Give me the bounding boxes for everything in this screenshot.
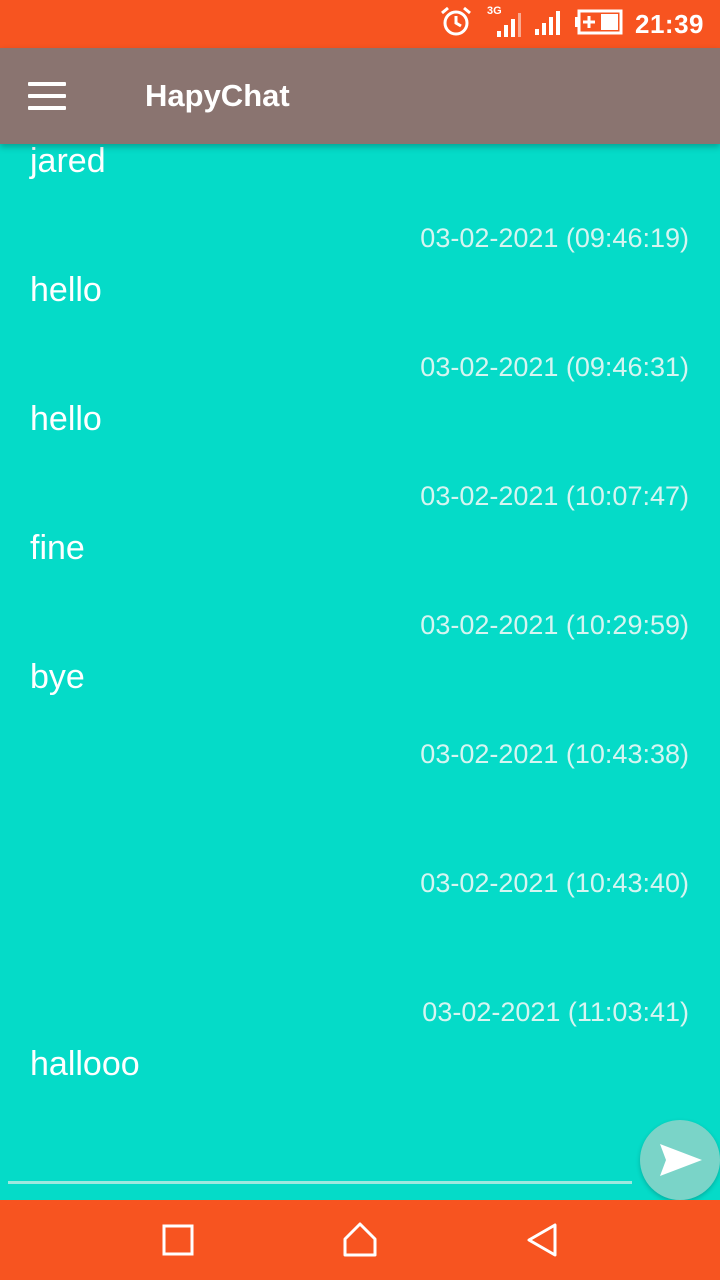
send-icon: [660, 1144, 702, 1176]
message-text: bye: [30, 658, 85, 696]
message-timestamp: 03-02-2021 (10:43:38): [420, 739, 689, 769]
recents-icon[interactable]: [158, 1220, 198, 1260]
home-icon[interactable]: [340, 1220, 380, 1260]
message-text: hello: [30, 271, 102, 309]
message-timestamp: 03-02-2021 (09:46:31): [420, 352, 689, 382]
message-timestamp: 03-02-2021 (11:03:41): [422, 997, 689, 1027]
message-timestamp: 03-02-2021 (10:43:40): [420, 868, 689, 898]
app-title: HapyChat: [145, 78, 290, 113]
app-bar: HapyChat: [0, 48, 720, 144]
hamburger-menu-icon[interactable]: [28, 80, 68, 112]
signal-icon: [533, 5, 563, 44]
alarm-icon: [439, 5, 473, 44]
status-bar: 3G 21:39: [0, 0, 720, 48]
message-text: jared: [30, 144, 106, 180]
message-text: fine: [30, 529, 85, 567]
send-button[interactable]: [640, 1120, 720, 1200]
message-text: hallooo: [30, 1045, 140, 1083]
message-text: hello: [30, 400, 102, 438]
message-timestamp: 03-02-2021 (10:07:47): [420, 481, 689, 511]
message-input[interactable]: [8, 1181, 632, 1184]
status-time: 21:39: [635, 8, 704, 39]
status-icons: 3G 21:39: [439, 0, 704, 48]
message-timestamp: 03-02-2021 (10:29:59): [420, 610, 689, 640]
navigation-bar: [0, 1200, 720, 1280]
back-icon[interactable]: [522, 1220, 562, 1260]
battery-icon: [575, 9, 623, 40]
message-list[interactable]: jared 03-02-2021 (09:46:19) hello 03-02-…: [0, 144, 720, 1184]
message-timestamp: 03-02-2021 (09:46:19): [420, 223, 689, 253]
signal-3g-icon: 3G: [485, 5, 521, 41]
